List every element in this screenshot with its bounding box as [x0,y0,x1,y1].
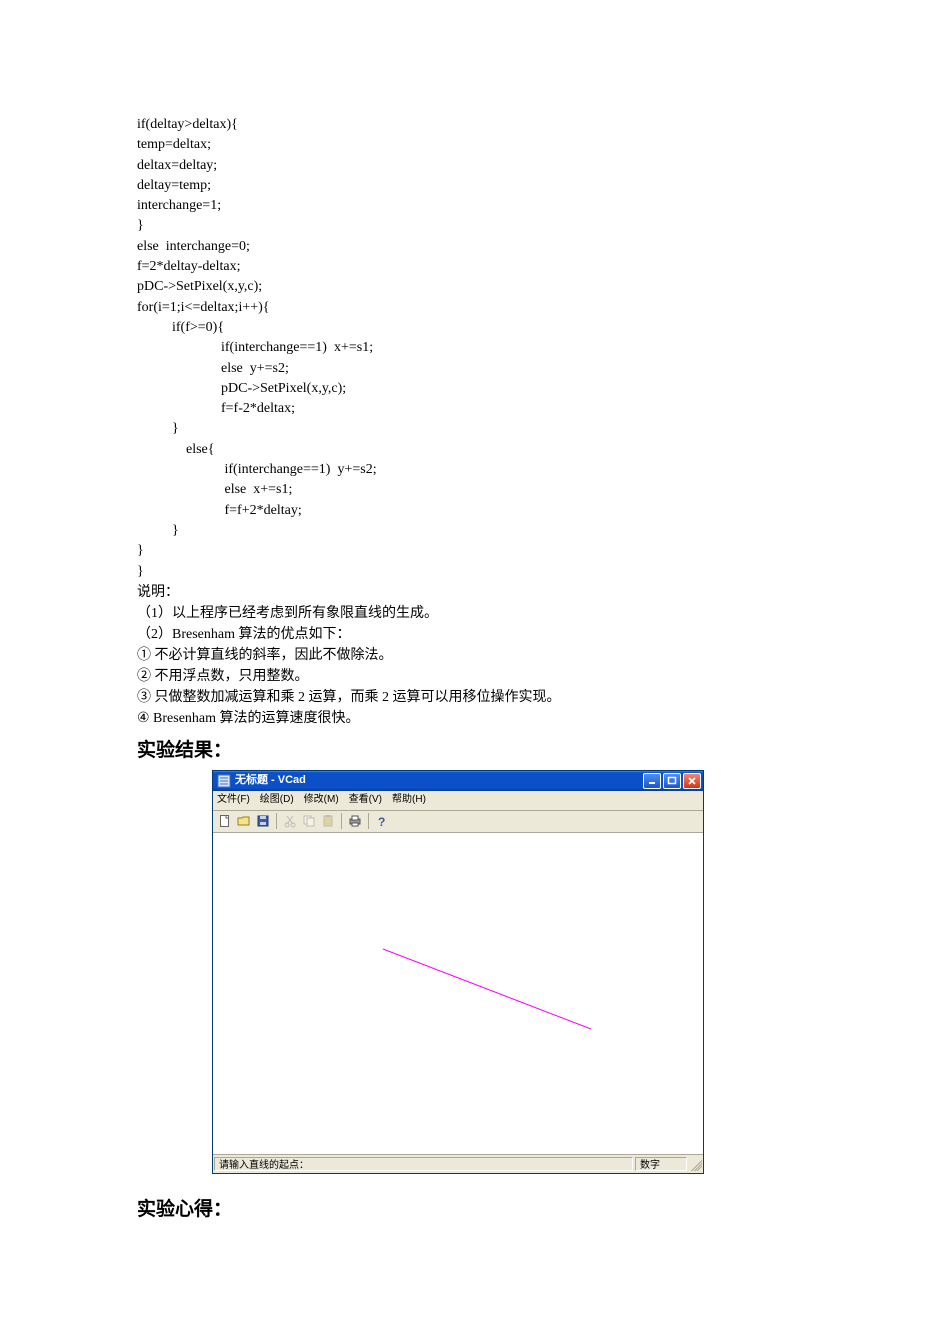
drawing-canvas[interactable] [213,833,703,1154]
desc-line: 说明： [137,582,807,603]
code-line: } [137,218,144,233]
desc-line: ① 不必计算直线的斜率，因此不做除法。 [137,645,807,666]
code-line: else y+=s2; [137,361,289,376]
menu-file[interactable]: 文件(F) [217,793,250,808]
print-button[interactable] [347,813,363,829]
code-line: f=2*deltay-deltax; [137,259,241,274]
svg-text:?: ? [378,815,385,828]
section-heading-results: 实验结果： [137,737,807,765]
code-line: } [137,543,144,558]
cut-icon [283,814,297,828]
code-line: deltay=temp; [137,178,211,193]
menu-edit[interactable]: 修改(M) [304,793,339,808]
code-line: else interchange=0; [137,239,250,254]
save-button[interactable] [255,813,271,829]
menu-draw[interactable]: 绘图(D) [260,793,294,808]
minimize-icon [647,776,657,786]
code-line: if(f>=0){ [137,320,224,335]
close-button[interactable] [683,773,701,789]
desc-line: （1）以上程序已经考虑到所有象限直线的生成。 [137,603,807,624]
save-disk-icon [256,814,270,828]
open-button[interactable] [236,813,252,829]
toolbar-separator [276,813,277,829]
code-line: else{ [137,442,215,457]
print-icon [348,814,362,828]
toolbar: ? [213,811,703,833]
code-line: deltax=deltay; [137,158,217,173]
code-line: if(deltay>deltax){ [137,117,238,132]
code-line: temp=deltax; [137,137,211,152]
window-titlebar[interactable]: 无标题 - VCad [213,771,703,791]
code-line: pDC->SetPixel(x,y,c); [137,381,346,396]
code-line: pDC->SetPixel(x,y,c); [137,279,262,294]
maximize-icon [667,776,677,786]
app-icon [217,774,231,788]
open-folder-icon [237,814,251,828]
code-line: } [137,421,179,436]
window-title: 无标题 - VCad [235,773,643,789]
result-screenshot: 无标题 - VCad [212,770,807,1174]
help-icon: ? [375,814,389,828]
description-block: 说明： （1）以上程序已经考虑到所有象限直线的生成。 （2）Bresenham … [137,582,807,729]
help-button[interactable]: ? [374,813,390,829]
cut-button[interactable] [282,813,298,829]
desc-line: ③ 只做整数加减运算和乘 2 运算，而乘 2 运算可以用移位操作实现。 [137,687,807,708]
paste-icon [321,814,335,828]
close-icon [687,776,697,786]
code-line: for(i=1;i<=deltax;i++){ [137,300,270,315]
copy-icon [302,814,316,828]
minimize-button[interactable] [643,773,661,789]
desc-line: ④ Bresenham 算法的运算速度很快。 [137,708,807,729]
resize-grip[interactable] [688,1157,702,1171]
code-line: f=f+2*deltay; [137,503,302,518]
drawn-line [213,834,703,1154]
menu-help[interactable]: 帮助(H) [392,793,426,808]
code-line: } [137,523,179,538]
desc-line: （2）Bresenham 算法的优点如下： [137,624,807,645]
copy-button[interactable] [301,813,317,829]
menu-view[interactable]: 查看(V) [349,793,382,808]
code-line: if(interchange==1) y+=s2; [137,462,377,477]
toolbar-separator [368,813,369,829]
code-line: interchange=1; [137,198,221,213]
desc-line: ② 不用浮点数，只用整数。 [137,666,807,687]
code-line: } [137,564,144,579]
new-button[interactable] [217,813,233,829]
menu-bar: 文件(F) 绘图(D) 修改(M) 查看(V) 帮助(H) [213,791,703,811]
code-line: if(interchange==1) x+=s1; [137,340,373,355]
new-file-icon [218,814,232,828]
paste-button[interactable] [320,813,336,829]
status-indicator: 数字 [635,1157,687,1171]
code-block: if(deltay>deltax){ temp=deltax; deltax=d… [137,115,807,582]
section-heading-reflection: 实验心得： [137,1196,807,1224]
app-window: 无标题 - VCad [212,770,704,1174]
maximize-button[interactable] [663,773,681,789]
toolbar-separator [341,813,342,829]
status-message: 请输入直线的起点： [214,1157,633,1171]
code-line: f=f-2*deltax; [137,401,295,416]
code-line: else x+=s1; [137,482,292,497]
status-bar: 请输入直线的起点： 数字 [213,1154,703,1173]
